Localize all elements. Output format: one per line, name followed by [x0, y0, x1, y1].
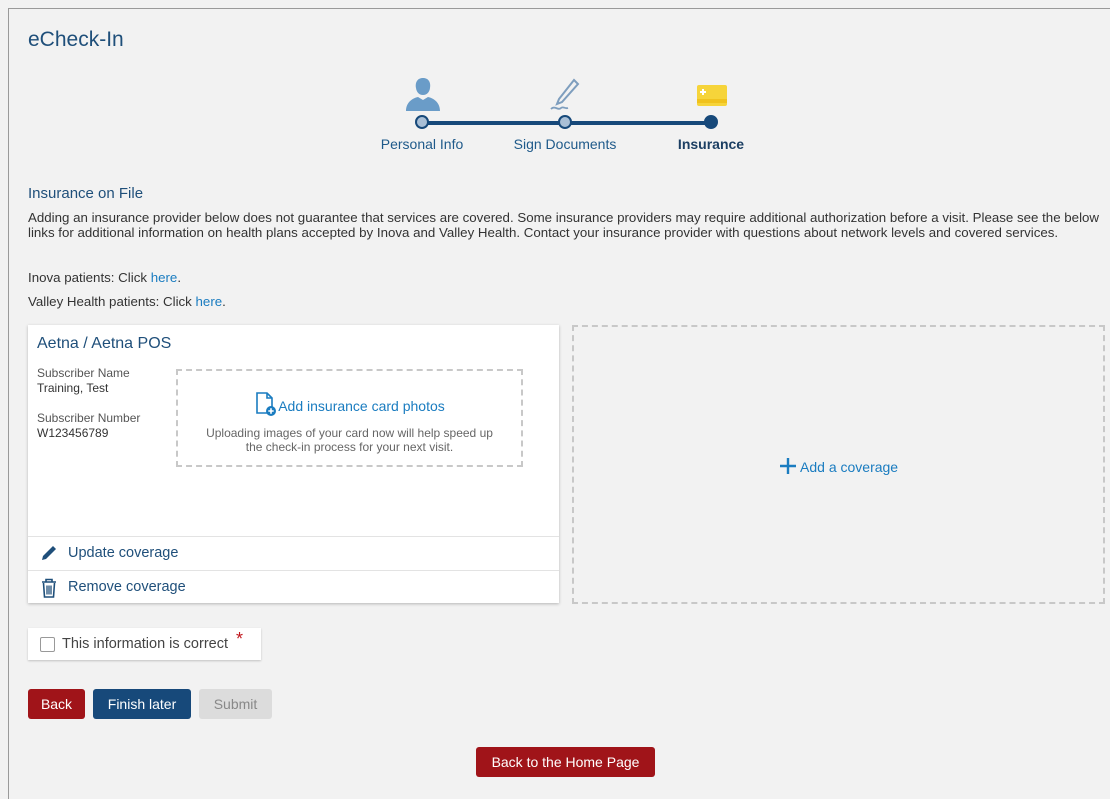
back-to-home-button[interactable]: Back to the Home Page: [476, 747, 655, 777]
valley-here-link[interactable]: here: [196, 294, 223, 309]
subscriber-number-value: W123456789: [37, 426, 109, 440]
inova-here-link[interactable]: here: [151, 270, 178, 285]
card-photo-upload-area[interactable]: Add insurance card photos Uploading imag…: [176, 369, 523, 467]
signature-pen-icon: [550, 78, 580, 110]
inova-patients-text: Inova patients: Click: [28, 270, 151, 285]
step-marker-sign-documents: [558, 115, 572, 129]
valley-period: .: [222, 294, 226, 309]
inova-period: .: [177, 270, 182, 285]
add-card-photos-link[interactable]: Add insurance card photos: [178, 391, 521, 417]
step-marker-personal-info: [415, 115, 429, 129]
confirm-information-checkbox[interactable]: This information is correct *: [28, 628, 261, 660]
coverage-card: Aetna / Aetna POS Subscriber Name Traini…: [28, 325, 559, 603]
required-asterisk: *: [236, 629, 244, 649]
step-marker-insurance: [704, 115, 718, 129]
trash-icon: [42, 578, 56, 598]
insurance-card-icon: [697, 85, 727, 106]
step-label-sign-documents[interactable]: Sign Documents: [514, 136, 617, 152]
add-coverage-link[interactable]: Add a coverage: [574, 457, 1103, 475]
insurance-notice: Adding an insurance provider below does …: [28, 210, 1100, 240]
section-title: Insurance on File: [28, 185, 144, 202]
person-icon: [406, 78, 440, 111]
progress-stepper: Personal Info Sign Documents Insurance: [360, 76, 780, 156]
step-label-personal-info[interactable]: Personal Info: [381, 136, 464, 152]
subscriber-number-label: Subscriber Number: [37, 411, 141, 425]
submit-button[interactable]: Submit: [199, 689, 272, 719]
add-card-photos-label: Add insurance card photos: [278, 398, 445, 414]
subscriber-name-label: Subscriber Name: [37, 366, 130, 380]
photo-help-text: Uploading images of your card now will h…: [206, 426, 493, 454]
back-button[interactable]: Back: [28, 689, 85, 719]
valley-patients-line: Valley Health patients: Click here.: [28, 294, 226, 309]
subscriber-name-value: Training, Test: [37, 381, 109, 395]
remove-coverage-label: Remove coverage: [68, 579, 186, 595]
checkbox[interactable]: [40, 637, 55, 652]
add-coverage-area[interactable]: Add a coverage: [572, 325, 1105, 604]
update-coverage-button[interactable]: Update coverage: [28, 536, 559, 569]
step-label-insurance: Insurance: [677, 136, 745, 152]
coverage-name: Aetna / Aetna POS: [37, 335, 172, 352]
plus-icon: [779, 458, 796, 474]
finish-later-button[interactable]: Finish later: [93, 689, 191, 719]
step-connector: [422, 121, 565, 125]
add-coverage-label: Add a coverage: [800, 459, 899, 475]
valley-patients-text: Valley Health patients: Click: [28, 294, 196, 309]
remove-coverage-button[interactable]: Remove coverage: [28, 570, 559, 603]
pencil-icon: [42, 546, 56, 560]
confirm-label: This information is correct: [62, 636, 228, 652]
page-title: eCheck-In: [28, 28, 124, 51]
update-coverage-label: Update coverage: [68, 545, 179, 561]
add-document-icon: [256, 392, 277, 416]
step-connector: [565, 121, 711, 125]
inova-patients-line: Inova patients: Click here.: [28, 270, 181, 285]
